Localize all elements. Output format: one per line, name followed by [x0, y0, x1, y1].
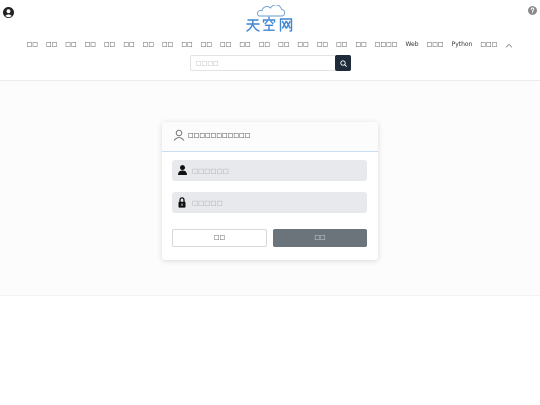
lock-icon: [178, 197, 186, 208]
nav-item-7[interactable]: □□: [143, 39, 154, 51]
nav-item-23[interactable]: □□□: [480, 39, 497, 51]
nav-item-5[interactable]: □□: [104, 39, 115, 51]
nav-item-13[interactable]: □□: [259, 39, 270, 51]
login-card: □□□□□□□□□□□ □□ □□: [162, 122, 378, 260]
main-nav: □□ □□ □□ □□ □□ □□ □□ □□ □□ □□ □□ □□ □□ □…: [0, 39, 540, 51]
user-circle-icon[interactable]: [3, 7, 14, 18]
nav-item-1[interactable]: □□: [27, 39, 38, 51]
nav-item-18[interactable]: □□: [355, 39, 366, 51]
username-input[interactable]: [192, 160, 362, 181]
nav-item-16[interactable]: □□: [317, 39, 328, 51]
site-logo[interactable]: [245, 5, 295, 35]
nav-item-19[interactable]: □□□□: [375, 39, 398, 51]
nav-item-2[interactable]: □□: [46, 39, 57, 51]
nav-item-9[interactable]: □□: [181, 39, 192, 51]
nav-item-6[interactable]: □□: [123, 39, 134, 51]
password-field[interactable]: [172, 192, 367, 213]
cloud-icon: [257, 5, 286, 17]
nav-item-10[interactable]: □□: [201, 39, 212, 51]
nav-item-3[interactable]: □□: [65, 39, 76, 51]
nav-item-12[interactable]: □□: [239, 39, 250, 51]
nav-item-14[interactable]: □□: [278, 39, 289, 51]
login-card-header: □□□□□□□□□□□: [162, 122, 378, 152]
nav-item-web[interactable]: Web: [405, 39, 418, 51]
nav-item-21[interactable]: □□□: [427, 39, 444, 51]
nav-item-8[interactable]: □□: [162, 39, 173, 51]
user-icon: [178, 165, 187, 175]
nav-item-4[interactable]: □□: [85, 39, 96, 51]
user-outline-icon: [173, 129, 185, 141]
chevron-up-icon[interactable]: [505, 43, 513, 48]
secondary-button[interactable]: □□: [172, 229, 267, 247]
help-icon[interactable]: [528, 6, 537, 15]
login-button[interactable]: □□: [273, 229, 367, 247]
nav-item-11[interactable]: □□: [220, 39, 231, 51]
password-input[interactable]: [192, 192, 362, 213]
search-button[interactable]: [335, 55, 351, 71]
search-input[interactable]: [190, 55, 335, 71]
login-title: □□□□□□□□□□□: [188, 132, 251, 139]
nav-item-python[interactable]: Python: [452, 39, 473, 51]
nav-item-17[interactable]: □□: [336, 39, 347, 51]
nav-item-15[interactable]: □□: [297, 39, 308, 51]
search-icon: [339, 59, 347, 67]
username-field[interactable]: [172, 160, 367, 181]
